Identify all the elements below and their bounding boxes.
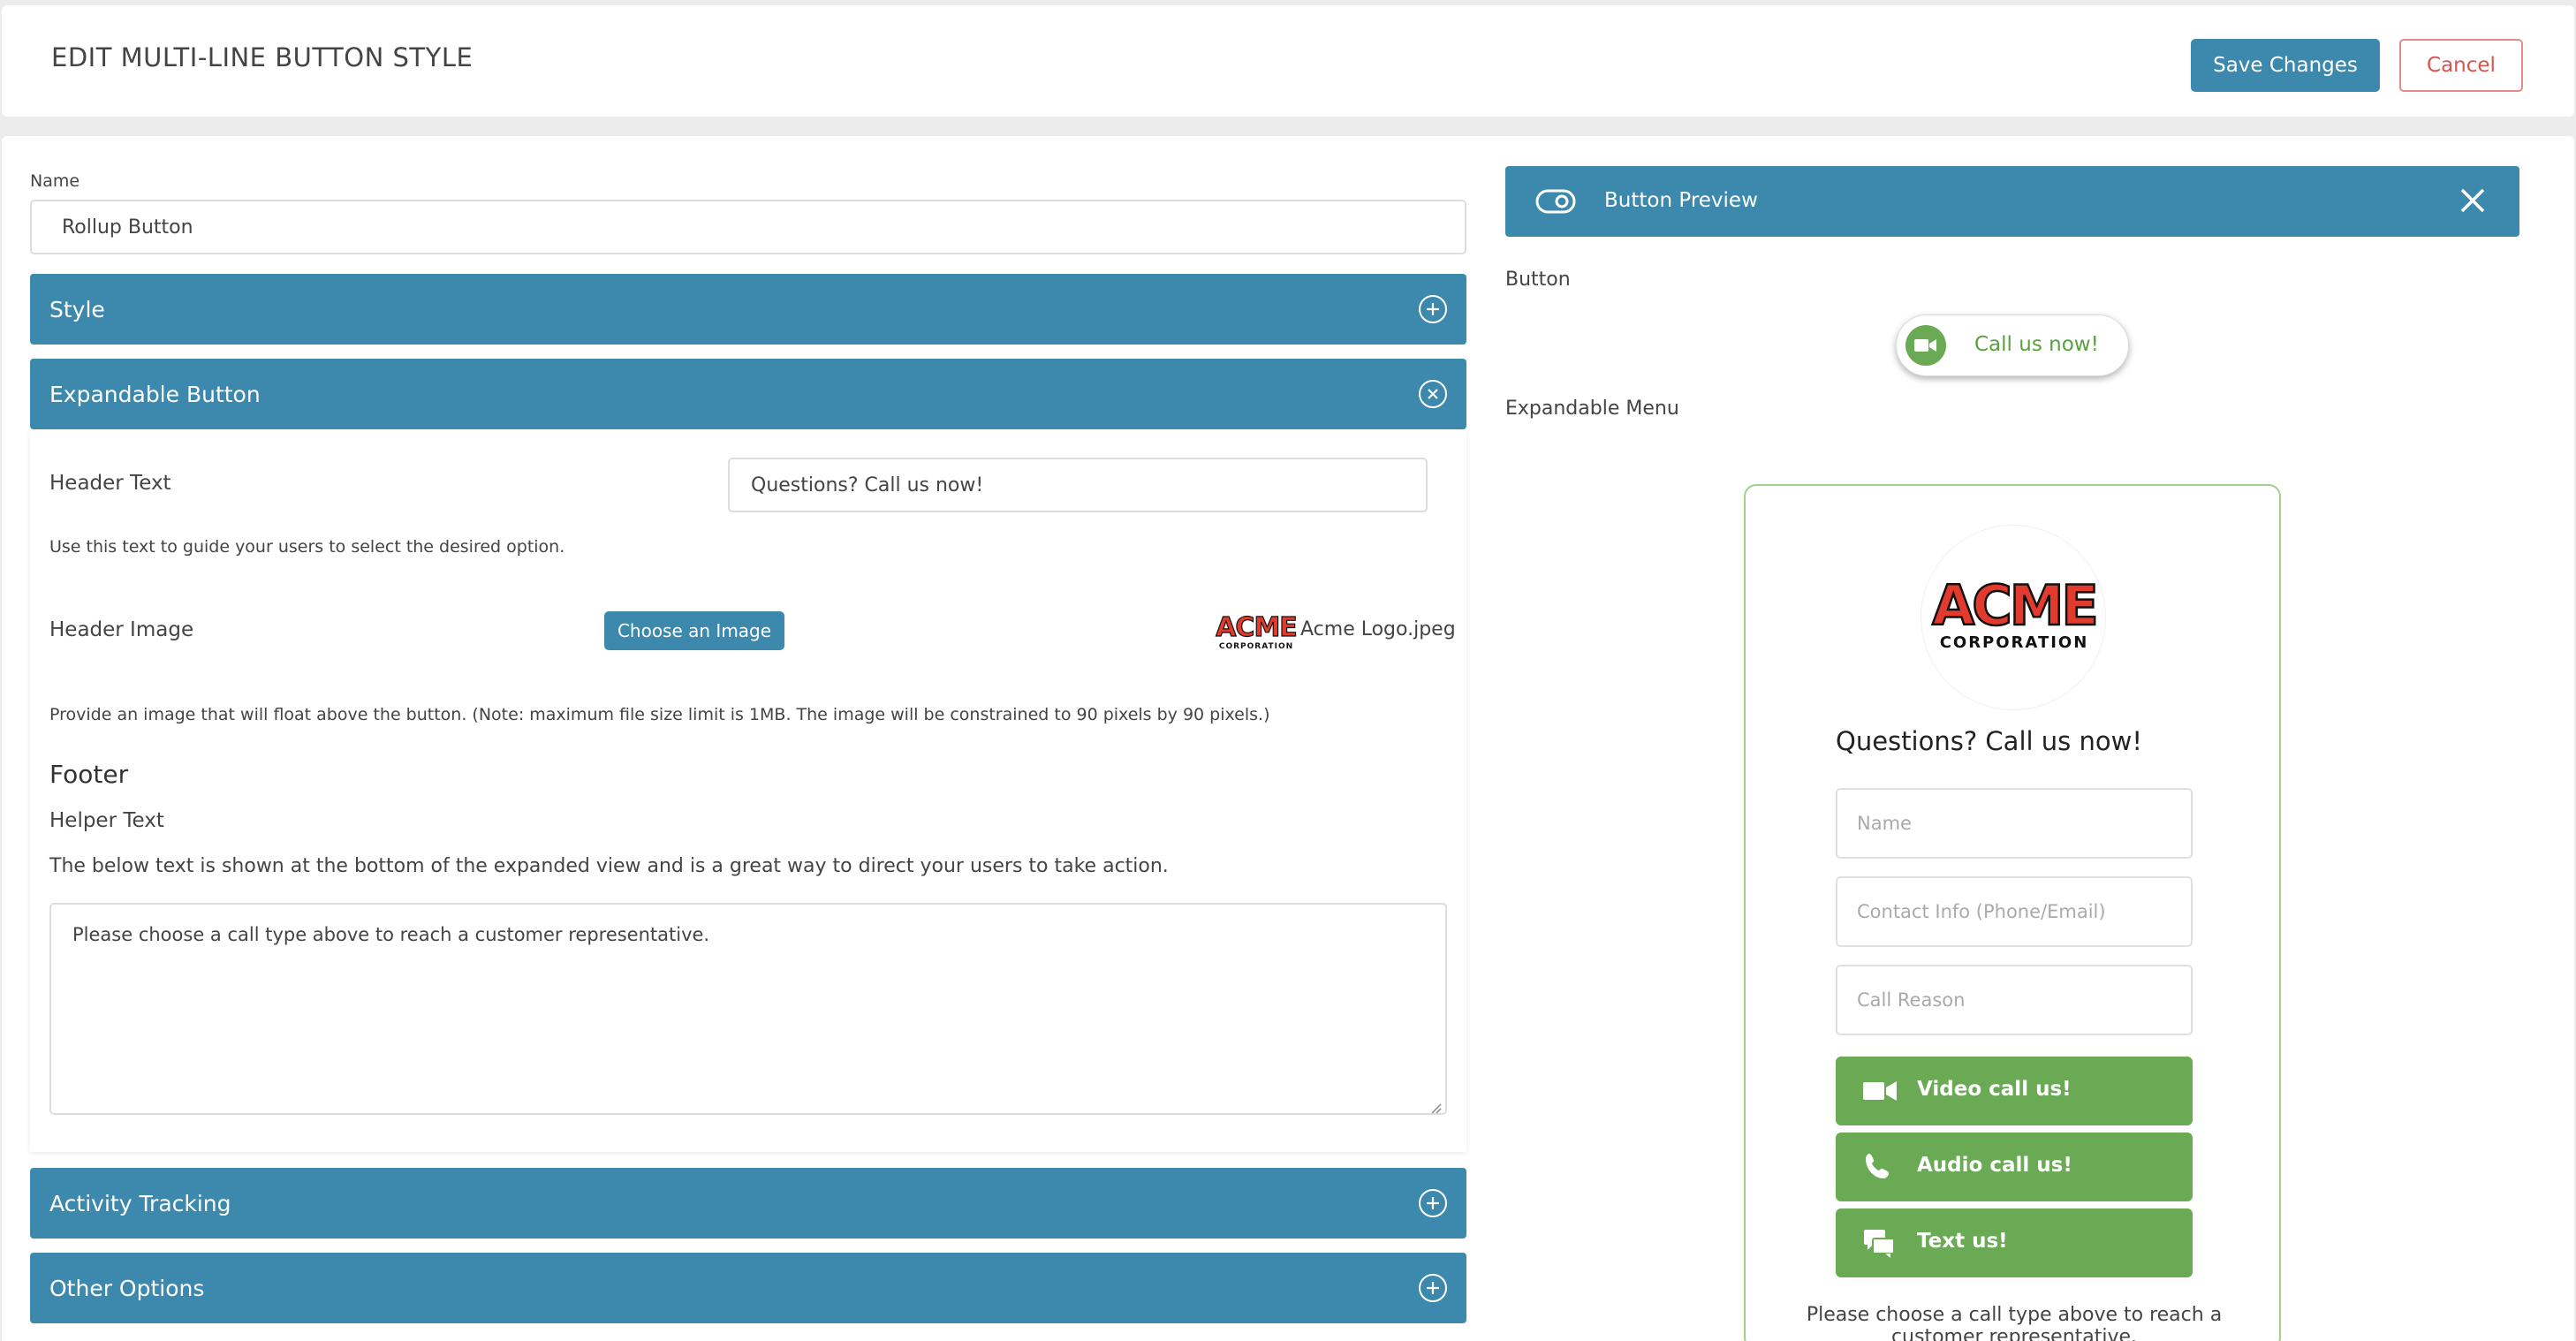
expandable-menu-label: Expandable Menu [1505,398,1679,420]
cancel-button[interactable]: Cancel [2399,39,2523,92]
text-us-label: Text us! [1917,1230,2008,1253]
image-filename: Acme Logo.jpeg [1300,618,1456,640]
video-call-button[interactable]: Video call us! [1836,1057,2193,1125]
menu-reason-placeholder: Call Reason [1857,989,1966,1011]
menu-name-placeholder: Name [1857,813,1912,834]
menu-reason-field[interactable]: Call Reason [1836,965,2193,1035]
style-accordion[interactable]: Style [30,274,1466,345]
preview-title: Button Preview [1604,189,1758,212]
phone-icon [1862,1152,1898,1182]
preview-call-pill-button[interactable]: Call us now! [1896,314,2129,376]
expandable-button-accordion[interactable]: Expandable Button [30,359,1466,429]
button-preview-header: Button Preview [1505,166,2519,237]
plus-circle-icon[interactable] [1419,1189,1447,1217]
video-call-label: Video call us! [1917,1078,2072,1101]
pill-label: Call us now! [1974,333,2099,356]
video-camera-icon [1862,1076,1898,1106]
top-bar: EDIT MULTI-LINE BUTTON STYLE Save Change… [2,5,2574,117]
chat-icon [1862,1228,1898,1258]
footer-title: Footer [49,760,129,789]
menu-contact-field[interactable]: Contact Info (Phone/Email) [1836,876,2193,947]
close-circle-icon[interactable] [1419,380,1447,408]
helper-text-help: The below text is shown at the bottom of… [49,855,1169,877]
style-accordion-title: Style [49,296,105,322]
menu-header-text: Questions? Call us now! [1836,726,2142,756]
header-image-label: Header Image [49,618,194,641]
plus-circle-icon[interactable] [1419,1274,1447,1302]
name-input[interactable]: Rollup Button [30,200,1466,254]
page-title: EDIT MULTI-LINE BUTTON STYLE [51,42,474,72]
menu-name-field[interactable]: Name [1836,788,2193,859]
menu-contact-placeholder: Contact Info (Phone/Email) [1857,901,2106,922]
svg-text:ACME: ACME [1932,573,2096,638]
activity-tracking-accordion[interactable]: Activity Tracking [30,1168,1466,1239]
expandable-accordion-title: Expandable Button [49,381,261,407]
close-icon[interactable] [2459,187,2486,219]
header-image-help: Provide an image that will float above t… [49,705,1270,724]
helper-text-textarea[interactable]: Please choose a call type above to reach… [49,903,1447,1115]
plus-circle-icon[interactable] [1419,295,1447,323]
resize-handle-icon[interactable] [1429,1097,1442,1114]
audio-call-button[interactable]: Audio call us! [1836,1133,2193,1201]
header-text-help: Use this text to guide your users to sel… [49,537,565,557]
header-text-label: Header Text [49,472,171,495]
expandable-menu-preview: ACME CORPORATION Questions? Call us now!… [1744,484,2281,1341]
activity-accordion-title: Activity Tracking [49,1190,231,1216]
video-camera-icon [1905,325,1946,366]
svg-text:CORPORATION: CORPORATION [1940,633,2089,652]
acme-logo-thumbnail: ACME CORPORATION [1212,611,1300,652]
other-options-accordion[interactable]: Other Options [30,1253,1466,1323]
svg-text:CORPORATION: CORPORATION [1219,642,1293,651]
text-us-button[interactable]: Text us! [1836,1208,2193,1277]
name-label: Name [30,171,80,191]
save-changes-button[interactable]: Save Changes [2191,39,2380,92]
preview-button-label: Button [1505,269,1571,291]
name-input-value: Rollup Button [62,216,193,239]
helper-text-label: Helper Text [49,809,164,832]
toggle-icon[interactable] [1535,189,1576,219]
menu-footer-text: Please choose a call type above to reach… [1806,1304,2223,1341]
helper-text-value: Please choose a call type above to reach… [72,924,710,945]
audio-call-label: Audio call us! [1917,1154,2072,1177]
header-text-input[interactable]: Questions? Call us now! [728,458,1428,512]
acme-logo: ACME CORPORATION [1921,525,2106,710]
svg-text:ACME: ACME [1216,612,1297,643]
header-text-value: Questions? Call us now! [751,474,984,496]
other-accordion-title: Other Options [49,1275,205,1301]
choose-image-button[interactable]: Choose an Image [604,611,784,650]
